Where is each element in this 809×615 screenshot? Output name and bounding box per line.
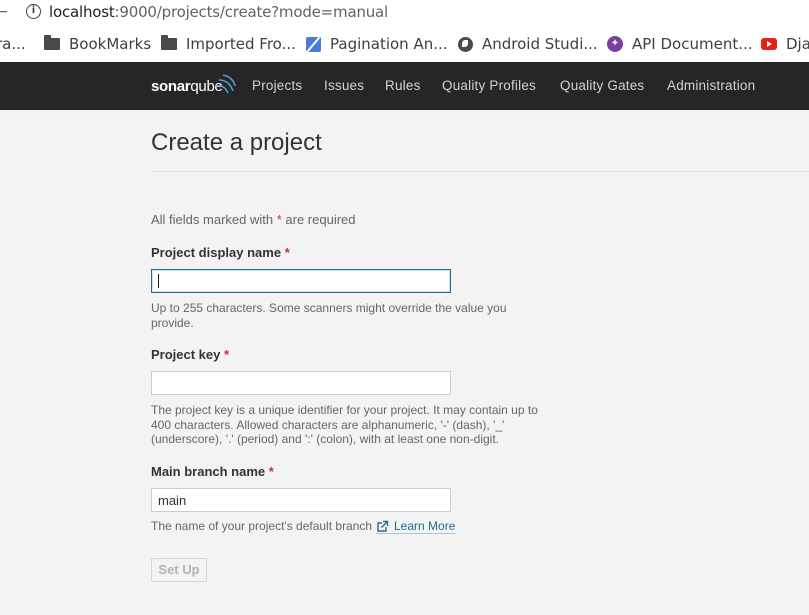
main-branch-label: Main branch name * — [151, 464, 274, 479]
url-host: localhost — [49, 3, 115, 21]
page-title: Create a project — [151, 129, 322, 156]
text-cursor — [158, 274, 159, 288]
bookmark-label: ra... — [0, 35, 26, 53]
project-key-label-text: Project key — [151, 347, 221, 362]
sonarqube-logo[interactable]: sonarqube — [151, 78, 223, 95]
bookmark-item[interactable]: Dja — [761, 35, 809, 53]
project-key-label: Project key * — [151, 347, 229, 362]
bookmark-item[interactable]: Imported Fro... — [161, 35, 296, 53]
nav-rules[interactable]: Rules — [385, 78, 421, 93]
bookmark-item[interactable]: ra... — [0, 35, 26, 53]
main-branch-label-text: Main branch name — [151, 464, 266, 479]
required-note-suffix: are required — [281, 212, 356, 227]
bookmark-label: Imported Fro... — [186, 35, 296, 53]
required-asterisk: * — [224, 347, 230, 362]
bookmark-label: Dja — [786, 35, 809, 53]
main-branch-help: The name of your project's default branc… — [151, 519, 373, 533]
bookmark-item[interactable]: BookMarks — [44, 35, 151, 53]
folder-icon — [161, 35, 177, 50]
bookmark-item[interactable]: Android Studi... — [458, 35, 598, 53]
external-link-icon — [377, 520, 389, 532]
nav-projects[interactable]: Projects — [252, 78, 302, 93]
bookmark-label: Android Studi... — [482, 35, 598, 53]
set-up-button[interactable]: Set Up — [151, 558, 207, 582]
learn-more-link[interactable]: Learn More — [376, 519, 456, 534]
logo-text-bold: sonar — [151, 78, 191, 95]
bookmark-label: Pagination An... — [330, 35, 448, 53]
nav-quality-gates[interactable]: Quality Gates — [560, 78, 644, 93]
project-key-input[interactable] — [151, 371, 451, 395]
url-field[interactable]: localhost:9000/projects/create?mode=manu… — [49, 3, 388, 21]
browser-address-bar: ← i localhost:9000/projects/create?mode=… — [0, 0, 809, 26]
youtube-icon — [761, 38, 777, 50]
main-branch-input[interactable] — [151, 488, 451, 512]
bookmark-item[interactable]: ✦ API Document... — [607, 35, 753, 53]
info-icon[interactable]: i — [26, 4, 41, 19]
required-asterisk: * — [268, 464, 274, 479]
top-navigation: sonarqube Projects Issues Rules Quality … — [0, 62, 809, 110]
folder-icon — [44, 35, 60, 50]
globe-icon — [458, 36, 473, 52]
bookmark-label: API Document... — [632, 35, 753, 53]
project-display-name-input[interactable] — [151, 269, 451, 293]
pagination-icon — [306, 36, 321, 52]
learn-more-label: Learn More — [394, 519, 456, 533]
required-fields-note: All fields marked with * are required — [151, 212, 356, 227]
bookmark-label: BookMarks — [69, 35, 152, 53]
required-note-prefix: All fields marked with — [151, 212, 277, 227]
back-arrow-icon[interactable]: ← — [0, 4, 8, 20]
api-icon: ✦ — [607, 36, 623, 52]
sonarqube-waves-icon — [215, 74, 236, 94]
url-path: :9000/projects/create?mode=manual — [114, 3, 389, 21]
project-key-help: The project key is a unique identifier f… — [151, 403, 538, 446]
nav-administration[interactable]: Administration — [667, 78, 755, 93]
nav-quality-profiles[interactable]: Quality Profiles — [442, 78, 536, 93]
required-asterisk: * — [284, 245, 290, 260]
display-name-label-text: Project display name — [151, 245, 282, 260]
display-name-label: Project display name * — [151, 245, 290, 260]
nav-issues[interactable]: Issues — [324, 78, 364, 93]
title-divider — [151, 171, 809, 172]
bookmark-item[interactable]: Pagination An... — [306, 35, 448, 53]
display-name-help: Up to 255 characters. Some scanners migh… — [151, 301, 507, 330]
bookmarks-bar: ra... BookMarks Imported Fro... Paginati… — [0, 26, 809, 62]
